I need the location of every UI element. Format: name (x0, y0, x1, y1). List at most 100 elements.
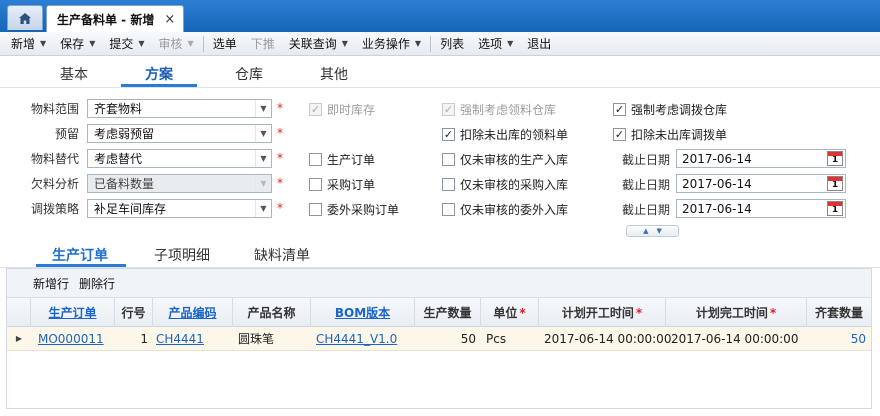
transfer-strategy-select[interactable]: 补足车间库存 ▼ (87, 199, 272, 218)
toolbar-list[interactable]: 列表 (433, 34, 471, 54)
checkbox-label: 委外采购订单 (327, 203, 400, 217)
home-tab[interactable] (7, 5, 43, 30)
tab-production-order[interactable]: 生产订单 (52, 245, 108, 265)
chevron-down-icon: ▼ (89, 39, 96, 48)
grid-header: 生产订单 行号 产品编码 产品名称 BOM版本 生产数量 单位 * 计划开工时间 *… (7, 297, 871, 327)
cutoff-date-value: 2017-06-14 (682, 201, 752, 216)
chevron-down-icon[interactable]: ▼ (255, 200, 271, 217)
column-header-production-order[interactable]: 生产订单 (31, 298, 115, 327)
table-row[interactable]: ▶ MO000011 1 CH4441 圆珠笔 CH4441_V1.0 50 P… (7, 327, 871, 351)
checkbox-realtime-stock[interactable]: ✓ 即时库存 (309, 101, 375, 118)
toolbar-related-query[interactable]: 关联查询 ▼ (282, 34, 355, 54)
cell-production-order[interactable]: MO000011 (33, 327, 115, 350)
checkbox-box: ✓ (309, 103, 322, 116)
toolbar-push-down[interactable]: 下推 (244, 34, 282, 54)
checkbox-box (442, 153, 455, 166)
checkbox-label: 仅未审核的生产入库 (460, 153, 569, 167)
cutoff-date-input[interactable]: 2017-06-14 1 (676, 199, 846, 218)
toolbar-select-bill[interactable]: 选单 (206, 34, 244, 54)
cell-planned-finish: 2017-06-14 00:00:00 (671, 331, 799, 346)
material-substitute-select[interactable]: 考虑替代 ▼ (87, 149, 272, 168)
material-substitute-value: 考虑替代 (94, 152, 143, 166)
checkbox-unaudited-purchase-in[interactable]: 仅未审核的采购入库 (442, 176, 568, 193)
cutoff-date-input[interactable]: 2017-06-14 1 (676, 174, 846, 193)
required-mark: * (277, 126, 283, 140)
checkbox-label: 仅未审核的委外入库 (460, 203, 569, 217)
toolbar-exit[interactable]: 退出 (520, 34, 558, 54)
toolbar-submit[interactable]: 提交 ▼ (102, 34, 151, 54)
grid-toolbar: 新增行 删除行 (7, 269, 871, 297)
column-header-product-name[interactable]: 产品名称 (233, 298, 311, 327)
toolbar-audit[interactable]: 审核 ▼ (152, 34, 201, 54)
cell-product-code[interactable]: CH4441 (151, 327, 233, 350)
checkbox-label: 扣除未出库调拨单 (631, 128, 728, 142)
column-header-planned-finish[interactable]: 计划完工时间 * (666, 298, 807, 327)
delete-row-button[interactable]: 删除行 (79, 275, 115, 292)
toolbar-save[interactable]: 保存 ▼ (53, 34, 102, 54)
checkbox-box (309, 203, 322, 216)
material-scope-select[interactable]: 齐套物料 ▼ (87, 99, 272, 118)
checkbox-force-transfer-warehouse[interactable]: ✓ 强制考虑调拨仓库 (613, 101, 727, 118)
column-header-production-qty[interactable]: 生产数量 (415, 298, 481, 327)
checkbox-production-order[interactable]: 生产订单 (309, 151, 375, 168)
checkbox-purchase-order[interactable]: 采购订单 (309, 176, 375, 193)
tab-warehouse[interactable]: 仓库 (235, 64, 263, 84)
document-tab[interactable]: 生产备料单 - 新增 × (46, 5, 184, 32)
cutoff-date-value: 2017-06-14 (682, 176, 752, 191)
shortage-analysis-select[interactable]: 已备料数量 ▼ (87, 174, 272, 193)
chevron-down-icon: ▼ (507, 39, 514, 48)
cell-unit: Pcs (486, 331, 507, 346)
calendar-icon[interactable]: 1 (827, 201, 843, 216)
column-header-line-no[interactable]: 行号 (115, 298, 153, 327)
chevron-down-icon: ▼ (40, 39, 47, 48)
toolbar-separator (430, 35, 432, 52)
add-row-button[interactable]: 新增行 (33, 275, 69, 292)
column-header-product-code[interactable]: 产品编码 (153, 298, 233, 327)
calendar-icon[interactable]: 1 (827, 151, 843, 166)
toolbar-new[interactable]: 新增 ▼ (4, 34, 53, 54)
chevron-down-icon: ▼ (414, 39, 422, 48)
cutoff-date-label: 截止日期 (622, 178, 671, 192)
checkbox-force-pick-warehouse[interactable]: ✓ 强制考虑领料仓库 (442, 101, 556, 118)
tab-scheme[interactable]: 方案 (145, 64, 173, 84)
chevron-down-icon[interactable]: ▼ (255, 125, 271, 142)
toolbar-options-label: 选项 (478, 37, 503, 51)
tab-item-details[interactable]: 子项明细 (154, 245, 210, 265)
cell-production-qty: 50 (460, 331, 476, 346)
collapse-toggle[interactable]: ▲ ▼ (626, 225, 679, 237)
chevron-down-icon: ▼ (138, 39, 145, 48)
tab-other[interactable]: 其他 (320, 64, 348, 84)
close-icon[interactable]: × (164, 12, 175, 27)
cell-planned-start: 2017-06-14 00:00:00 (544, 331, 672, 346)
toolbar-exit-label: 退出 (527, 37, 552, 51)
checkbox-outsource-order[interactable]: 委外采购订单 (309, 201, 399, 218)
main-toolbar: 新增 ▼ 保存 ▼ 提交 ▼ 审核 ▼ 选单 下推 关联查询 ▼ 业务操作 ▼ 列表 选项 ▼… (0, 32, 880, 56)
cutoff-date-input[interactable]: 2017-06-14 1 (676, 149, 846, 168)
toolbar-options[interactable]: 选项 ▼ (471, 34, 520, 54)
column-header-kit-qty[interactable]: 齐套数量 (807, 298, 871, 327)
checkbox-deduct-pick-list[interactable]: ✓ 扣除未出库的领料单 (442, 126, 568, 143)
checkbox-label: 采购订单 (327, 178, 376, 192)
checkbox-deduct-transfer[interactable]: ✓ 扣除未出库调拨单 (613, 126, 727, 143)
chevron-down-icon[interactable]: ▼ (255, 100, 271, 117)
reservation-select[interactable]: 考虑弱预留 ▼ (87, 124, 272, 143)
required-mark: * (519, 305, 526, 320)
transfer-strategy-label: 调拨策略 (30, 202, 79, 216)
checkbox-label: 即时库存 (327, 103, 376, 117)
checkbox-unaudited-outsource-in[interactable]: 仅未审核的委外入库 (442, 201, 568, 218)
toolbar-push-down-label: 下推 (250, 37, 275, 51)
checkbox-unaudited-production-in[interactable]: 仅未审核的生产入库 (442, 151, 568, 168)
tab-basic[interactable]: 基本 (60, 64, 88, 84)
calendar-icon[interactable]: 1 (827, 176, 843, 191)
cell-bom-version[interactable]: CH4441_V1.0 (311, 327, 415, 350)
row-indicator-icon: ▶ (15, 334, 23, 343)
chevron-down-icon: ▼ (187, 39, 194, 48)
column-header-planned-start[interactable]: 计划开工时间 * (539, 298, 666, 327)
checkbox-label: 强制考虑调拨仓库 (631, 103, 728, 117)
column-header-unit[interactable]: 单位 * (481, 298, 539, 327)
column-header-bom-version[interactable]: BOM版本 (311, 298, 415, 327)
toolbar-select-bill-label: 选单 (212, 37, 237, 51)
tab-shortage-list[interactable]: 缺料清单 (254, 245, 310, 265)
chevron-down-icon[interactable]: ▼ (255, 150, 271, 167)
toolbar-business-ops[interactable]: 业务操作 ▼ (355, 34, 428, 54)
